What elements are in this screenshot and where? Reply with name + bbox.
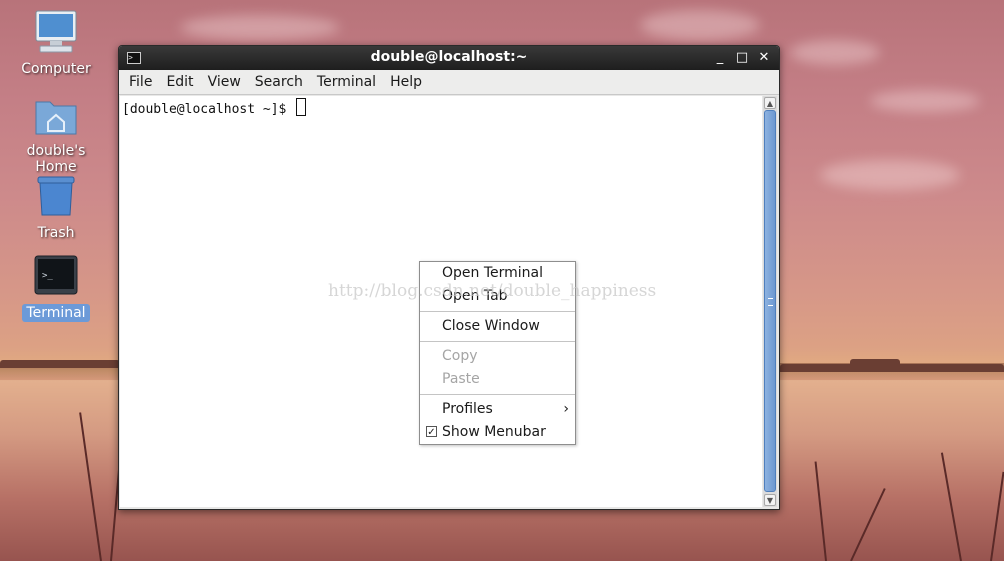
menu-item-show-menubar[interactable]: ✓ Show Menubar: [420, 421, 575, 444]
menu-item-open-tab[interactable]: Open Tab: [420, 285, 575, 308]
menu-item-paste: Paste: [442, 371, 480, 387]
desktop-icon-label: Terminal: [22, 304, 90, 322]
cloud: [180, 15, 340, 40]
menu-item-copy: Copy: [442, 348, 478, 364]
desktop-icon-computer[interactable]: Computer: [1, 10, 111, 78]
cloud: [870, 90, 980, 112]
treeline: [850, 359, 900, 369]
desktop-icon-label: Trash: [37, 225, 75, 241]
menu-item-profiles[interactable]: Profiles ›: [420, 398, 575, 421]
grip-icon: [768, 298, 773, 306]
scroll-up-icon[interactable]: ▲: [764, 97, 776, 109]
scroll-down-icon[interactable]: ▼: [764, 494, 776, 506]
menu-item-label: Show Menubar: [442, 424, 546, 440]
checkbox-icon[interactable]: ✓: [426, 426, 437, 438]
close-button[interactable]: ✕: [755, 49, 773, 67]
chevron-right-icon: ›: [563, 401, 569, 417]
minimize-button[interactable]: _: [711, 49, 729, 67]
menu-edit[interactable]: Edit: [159, 74, 200, 90]
window-titlebar[interactable]: > double@localhost:~ _ □ ✕: [119, 46, 779, 70]
window-title: double@localhost:~: [370, 49, 528, 65]
desktop-icon-trash[interactable]: Trash: [1, 174, 111, 242]
cloud: [640, 10, 760, 40]
scroll-thumb[interactable]: [764, 110, 776, 492]
desktop: Computer double's Home Trash >_ Terminal…: [0, 0, 1004, 561]
svg-text:>_: >_: [42, 271, 53, 281]
prompt-text: [double@localhost ~]$: [122, 102, 295, 117]
menu-separator: [420, 394, 575, 395]
menu-terminal[interactable]: Terminal: [310, 74, 383, 90]
text-cursor: [296, 98, 307, 116]
desktop-icon-label: double's Home: [26, 143, 86, 175]
menu-item-open-terminal[interactable]: Open Terminal: [420, 262, 575, 285]
menu-separator: [420, 341, 575, 342]
menubar: File Edit View Search Terminal Help: [119, 70, 779, 95]
cloud: [790, 40, 880, 65]
menu-item-close-window[interactable]: Close Window: [420, 315, 575, 338]
menu-help[interactable]: Help: [383, 74, 429, 90]
menu-item-label: Profiles: [442, 401, 493, 417]
treeline: [0, 360, 120, 368]
maximize-button[interactable]: □: [733, 49, 751, 67]
terminal-icon: >_: [34, 254, 78, 298]
menu-search[interactable]: Search: [248, 74, 310, 90]
shell-prompt: [double@localhost ~]$: [122, 98, 307, 117]
computer-icon: [34, 10, 78, 54]
desktop-icon-home[interactable]: double's Home: [1, 94, 111, 176]
trash-icon: [34, 174, 78, 218]
context-menu: Open Terminal Open Tab Close Window Copy…: [419, 261, 576, 445]
cloud: [820, 160, 960, 190]
menu-view[interactable]: View: [201, 74, 248, 90]
menu-separator: [420, 311, 575, 312]
desktop-icon-label: Computer: [21, 61, 91, 77]
home-folder-icon: [34, 94, 78, 138]
menu-file[interactable]: File: [122, 74, 159, 90]
vertical-scrollbar[interactable]: ▲ ▼: [763, 96, 777, 507]
desktop-icon-terminal[interactable]: >_ Terminal: [1, 254, 111, 322]
